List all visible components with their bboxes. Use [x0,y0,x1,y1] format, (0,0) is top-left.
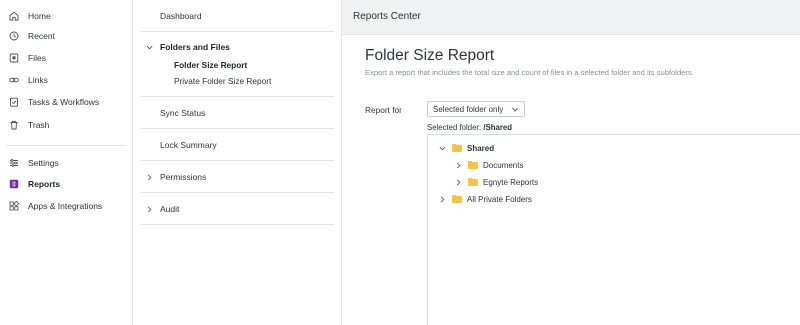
chevron-down-icon[interactable] [438,144,446,152]
nav-item-links[interactable]: Links [9,71,48,89]
sliders-icon [9,158,19,168]
primary-nav: Home Recent Files Links Tasks & Workflow… [0,0,133,325]
menu-divider [141,96,334,97]
chevron-right-icon[interactable] [145,173,153,181]
report-for-select[interactable]: Selected folder only [427,101,525,117]
nav-item-label: Home [28,11,51,21]
menu-divider [141,192,334,193]
main-header: Reports Center [342,0,800,35]
nav-item-label: Recent [28,31,55,41]
chevron-down-icon[interactable] [145,43,153,51]
reports-icon [9,179,19,189]
nav-item-label: Settings [28,158,59,168]
header-title: Reports Center [353,11,421,22]
nav-item-label: Tasks & Workflows [28,97,100,107]
menu-item-lock-summary[interactable]: Lock Summary [160,138,217,152]
selected-folder-label: Selected folder: [427,123,482,132]
nav-item-trash[interactable]: Trash [9,116,49,134]
tree-row-label: All Private Folders [467,194,532,204]
nav-item-tasks-workflows[interactable]: Tasks & Workflows [9,93,99,111]
nav-item-label: Links [28,75,48,85]
nav-item-label: Trash [28,120,50,130]
selected-folder: Selected folder: /Shared [427,123,512,132]
menu-subitem-private-folder-size-report[interactable]: Private Folder Size Report [174,75,271,87]
report-for-label: Report for [365,105,402,115]
home-icon [9,11,19,21]
chevron-right-icon[interactable] [438,195,446,203]
tree-row-all-private-folders[interactable]: All Private Folders [438,192,532,206]
tree-row-label: Documents [483,160,524,170]
menu-divider [141,160,334,161]
menu-item-permissions[interactable]: Permissions [160,170,206,184]
folder-icon [452,144,462,152]
chevron-right-icon[interactable] [454,178,462,186]
reports-menu: Dashboard Folders and Files Folder Size … [133,0,411,325]
menu-divider [141,224,334,225]
tree-row-documents[interactable]: Documents [454,158,523,172]
menu-item-folders-and-files[interactable]: Folders and Files [160,40,230,54]
tree-row-label: Egnyte Reports [483,177,539,187]
nav-divider [6,145,126,146]
nav-item-recent[interactable]: Recent [9,27,55,45]
nav-item-label: Reports [28,179,61,189]
folder-icon [468,178,478,186]
apps-icon [9,201,19,211]
reports-main: Reports Center Folder Size Report Export… [342,0,800,325]
folder-tree: Shared Documents Egnyte Reports All Priv… [427,134,800,325]
nav-item-files[interactable]: Files [9,49,46,67]
nav-item-label: Apps & Integrations [28,201,103,211]
menu-item-sync-status[interactable]: Sync Status [160,106,205,120]
tree-row-label: Shared [467,143,495,153]
nav-item-home[interactable]: Home [9,7,51,25]
link-icon [9,75,19,85]
folder-icon [468,161,478,169]
chevron-down-icon [512,107,518,112]
menu-divider [141,31,334,32]
page-title: Folder Size Report [365,47,495,64]
chevron-right-icon[interactable] [454,161,462,169]
menu-item-dashboard[interactable]: Dashboard [160,9,202,23]
tree-row-egnyte-reports[interactable]: Egnyte Reports [454,175,538,189]
page-description: Export a report that includes the total … [365,68,694,77]
menu-divider [141,128,334,129]
nav-item-reports[interactable]: Reports [9,175,60,193]
tasks-icon [9,97,19,107]
menu-subitem-folder-size-report[interactable]: Folder Size Report [174,59,247,71]
nav-item-apps-integrations[interactable]: Apps & Integrations [9,197,102,215]
folder-icon [452,195,462,203]
report-for-value: Selected folder only [433,104,504,114]
chevron-right-icon[interactable] [145,205,153,213]
files-icon [9,53,19,63]
menu-item-audit[interactable]: Audit [160,202,179,216]
tree-row-shared[interactable]: Shared [438,141,494,155]
nav-item-label: Files [28,53,46,63]
nav-item-settings[interactable]: Settings [9,154,59,172]
clock-icon [9,31,19,41]
trash-icon [9,120,19,130]
selected-folder-value: /Shared [483,123,512,132]
